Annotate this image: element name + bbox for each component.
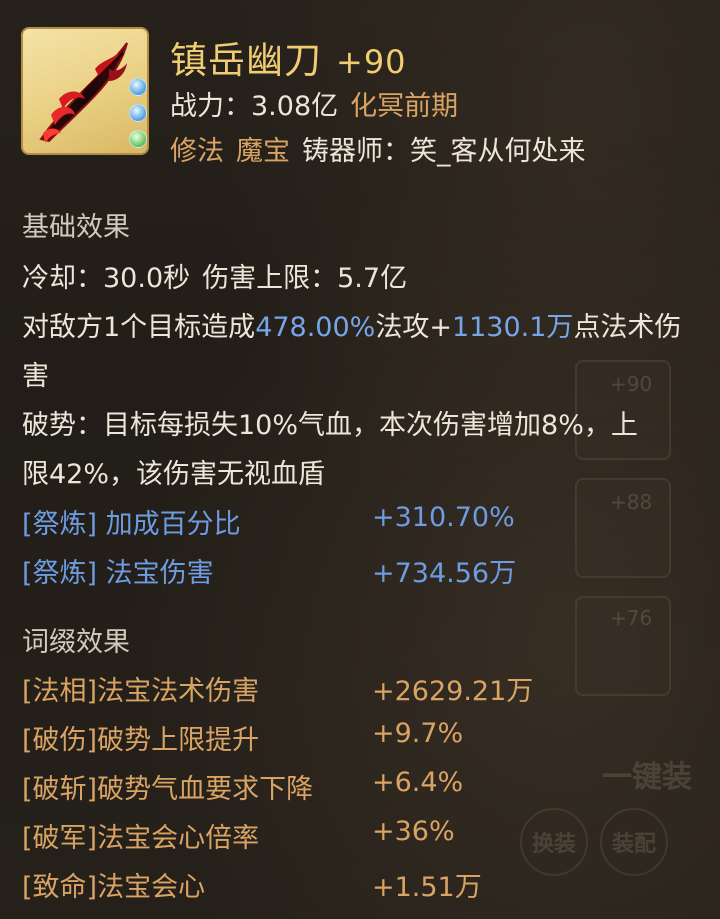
skill-description-line: 害 [22, 361, 49, 392]
refine-name: 加成百分比 [105, 509, 241, 540]
background-slot-level: +76 [610, 606, 653, 630]
refine-stat-value: +734.56万 [372, 558, 517, 589]
affix-stat-name: [法相]法宝法术伤害 [22, 669, 259, 708]
affix-stat-name: [破斩]破势气血要求下降 [22, 767, 313, 806]
affix-name: 破势上限提升 [97, 725, 260, 756]
cooldown-label: 冷却： [22, 263, 103, 294]
refine-tag: [祭炼] [22, 558, 98, 589]
affix-stat-value: +9.7% [372, 718, 464, 749]
refine-stat-name: [祭炼] 加成百分比 [22, 502, 241, 541]
affix-name: 法宝会心 [97, 872, 206, 903]
desc-percent: 478.00% [255, 312, 376, 343]
background-slot-level: +88 [610, 490, 653, 514]
item-title: 镇岳幽刀 +90 [170, 30, 407, 84]
affix-tag: [法相] [22, 676, 98, 707]
break-effect-line: 破势：目标每损失10%气血，本次伤害增加8%，上 [22, 410, 638, 441]
affix-name: 法宝会心倍率 [97, 823, 260, 854]
damage-cap-label: 伤害上限： [202, 263, 338, 294]
item-tooltip-panel: +90 +88 +76 一键装 换装 装配 镇岳幽刀 +90 战力：3.08亿 … [0, 0, 720, 919]
blue-gem-icon [129, 104, 147, 122]
desc-text: 法攻+ [375, 312, 452, 343]
damage-cap-value: 5.7亿 [337, 263, 408, 294]
affix-stat-value: +2629.21万 [372, 676, 534, 707]
base-effects-heading: 基础效果 [22, 212, 130, 243]
type-row: 修法 魔宝 铸器师：笑_客从何处来 [170, 129, 586, 168]
background-one-key-button: 一键装 [602, 760, 692, 795]
item-type-1: 修法 [170, 136, 224, 167]
desc-text: 点法术伤 [573, 312, 682, 343]
item-name: 镇岳幽刀 [170, 39, 322, 82]
crafter-name: 笑_客从何处来 [410, 136, 586, 167]
affix-tag: [致命] [22, 872, 98, 903]
affix-stat-value: +36% [372, 816, 455, 847]
cooldown-row: 冷却：30.0秒 伤害上限：5.7亿 [22, 256, 407, 295]
skill-description-line: 对敌方1个目标造成478.00%法攻+1130.1万点法术伤 [22, 305, 681, 344]
refine-tag: [祭炼] [22, 509, 98, 540]
blue-gem-icon [129, 78, 147, 96]
realm-label: 化冥前期 [350, 91, 459, 122]
affix-tag: [破军] [22, 823, 98, 854]
refine-name: 法宝伤害 [105, 558, 214, 589]
affix-stat-value: +6.4% [372, 767, 464, 798]
demon-saber-icon [39, 42, 128, 143]
cooldown-value: 30.0秒 [103, 263, 191, 294]
green-gem-icon [129, 130, 147, 148]
power-row: 战力：3.08亿 化冥前期 [170, 84, 458, 123]
affix-stat-name: [破军]法宝会心倍率 [22, 816, 259, 855]
affix-name: 破势气血要求下降 [97, 774, 314, 805]
desc-text: 对敌方1个目标造成 [22, 312, 256, 343]
power-label: 战力： [170, 91, 251, 122]
refine-stat-name: [祭炼] 法宝伤害 [22, 551, 214, 590]
affix-stat-name: [致命]法宝会心 [22, 865, 205, 904]
background-swap-button: 换装 [520, 808, 588, 876]
background-slot-level: +90 [610, 372, 653, 396]
crafter-label: 铸器师： [302, 136, 410, 167]
background-equip-button: 装配 [600, 808, 668, 876]
affix-stat-name: [破伤]破势上限提升 [22, 718, 259, 757]
affix-name: 法宝法术伤害 [97, 676, 260, 707]
power-value: 3.08亿 [251, 91, 339, 122]
affix-effects-heading: 词缀效果 [22, 627, 130, 658]
desc-flat: 1130.1万 [451, 312, 574, 343]
item-type-2: 魔宝 [236, 136, 290, 167]
affix-tag: [破斩] [22, 774, 98, 805]
enhance-level: +90 [336, 43, 407, 81]
break-effect-line: 限42%，该伤害无视血盾 [22, 459, 326, 490]
refine-stat-value: +310.70% [372, 502, 515, 533]
affix-stat-value: +1.51万 [372, 872, 482, 903]
affix-tag: [破伤] [22, 725, 98, 756]
